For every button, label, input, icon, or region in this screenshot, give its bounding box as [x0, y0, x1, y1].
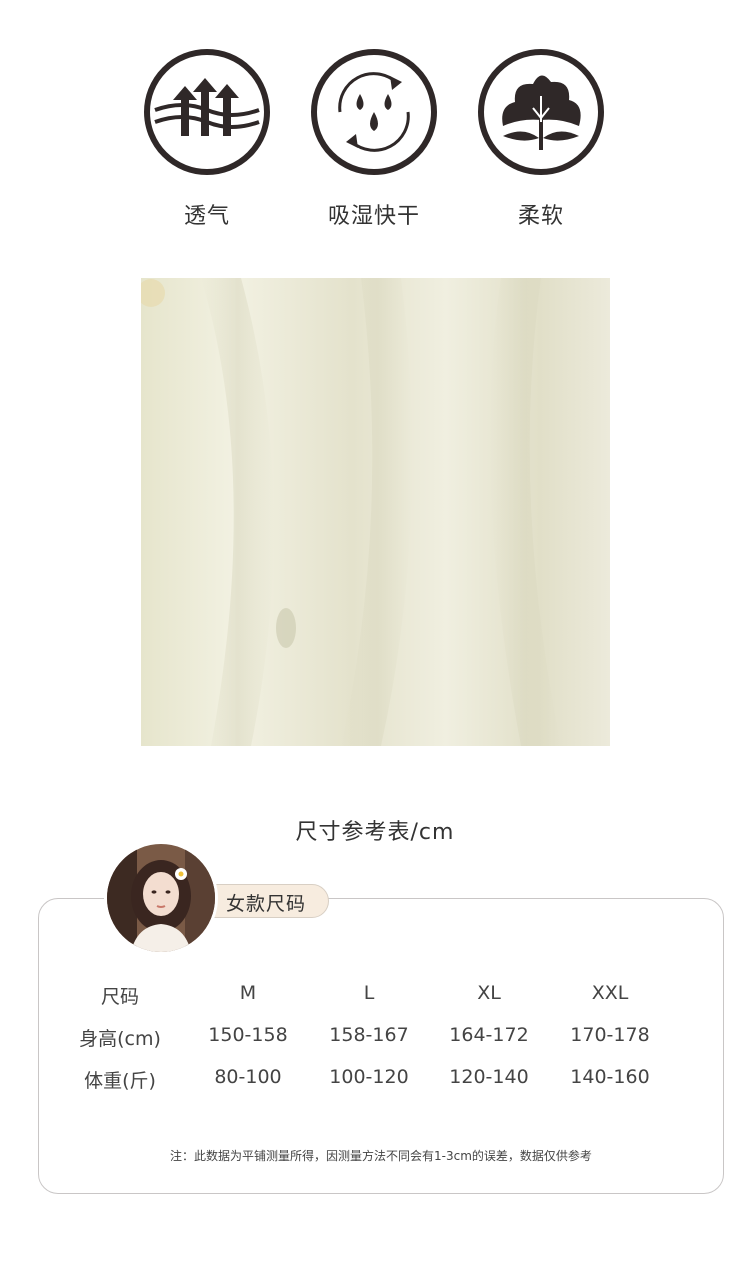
table-cell: 158-167: [329, 1024, 409, 1046]
table-cell: 170-178: [570, 1024, 650, 1046]
table-cell: 体重(斤): [84, 1070, 156, 1092]
feature-moisture: 吸湿快干: [304, 48, 444, 230]
feature-label: 吸湿快干: [327, 204, 420, 229]
table-cell: 140-160: [570, 1066, 650, 1088]
table-header-cell: XXL: [591, 982, 629, 1004]
moisture-drops-icon: [311, 49, 437, 175]
feature-breathable: 透气: [137, 48, 277, 230]
feature-soft: 柔软: [471, 48, 611, 230]
model-avatar: [104, 841, 218, 955]
size-table: 尺码 M L XL XXL 身高(cm) 150-158 158-167 164…: [60, 982, 700, 1108]
table-header-cell: M: [239, 982, 257, 1004]
table-cell: 身高(cm): [79, 1028, 161, 1050]
table-cell: 120-140: [449, 1066, 529, 1088]
fabric-photo: [141, 278, 610, 746]
feature-label: 柔软: [517, 204, 564, 229]
table-header-row: 尺码 M L XL XXL: [60, 982, 700, 1024]
feature-icons-row: 透气 吸湿快干 柔软: [0, 48, 750, 238]
table-cell: 80-100: [214, 1066, 282, 1088]
womens-size-tag: 女款尺码: [205, 884, 329, 918]
table-cell: 150-158: [208, 1024, 288, 1046]
cotton-flower-icon: [478, 49, 604, 175]
table-row-height: 身高(cm) 150-158 158-167 164-172 170-178: [60, 1024, 700, 1066]
table-header-cell: 尺码: [100, 986, 139, 1008]
table-cell: 100-120: [329, 1066, 409, 1088]
table-header-cell: XL: [477, 982, 501, 1004]
breathable-arrows-icon: [144, 49, 270, 175]
size-chart-title: 尺寸参考表/cm: [295, 820, 455, 845]
table-header-cell: L: [363, 982, 375, 1004]
table-cell: 164-172: [449, 1024, 529, 1046]
measurement-note: 注：此数据为平铺测量所得，因测量方法不同会有1-3cm的误差，数据仅供参考: [170, 1149, 592, 1163]
feature-label: 透气: [183, 204, 230, 229]
table-row-weight: 体重(斤) 80-100 100-120 120-140 140-160: [60, 1066, 700, 1108]
tag-label: 女款尺码: [226, 893, 307, 915]
